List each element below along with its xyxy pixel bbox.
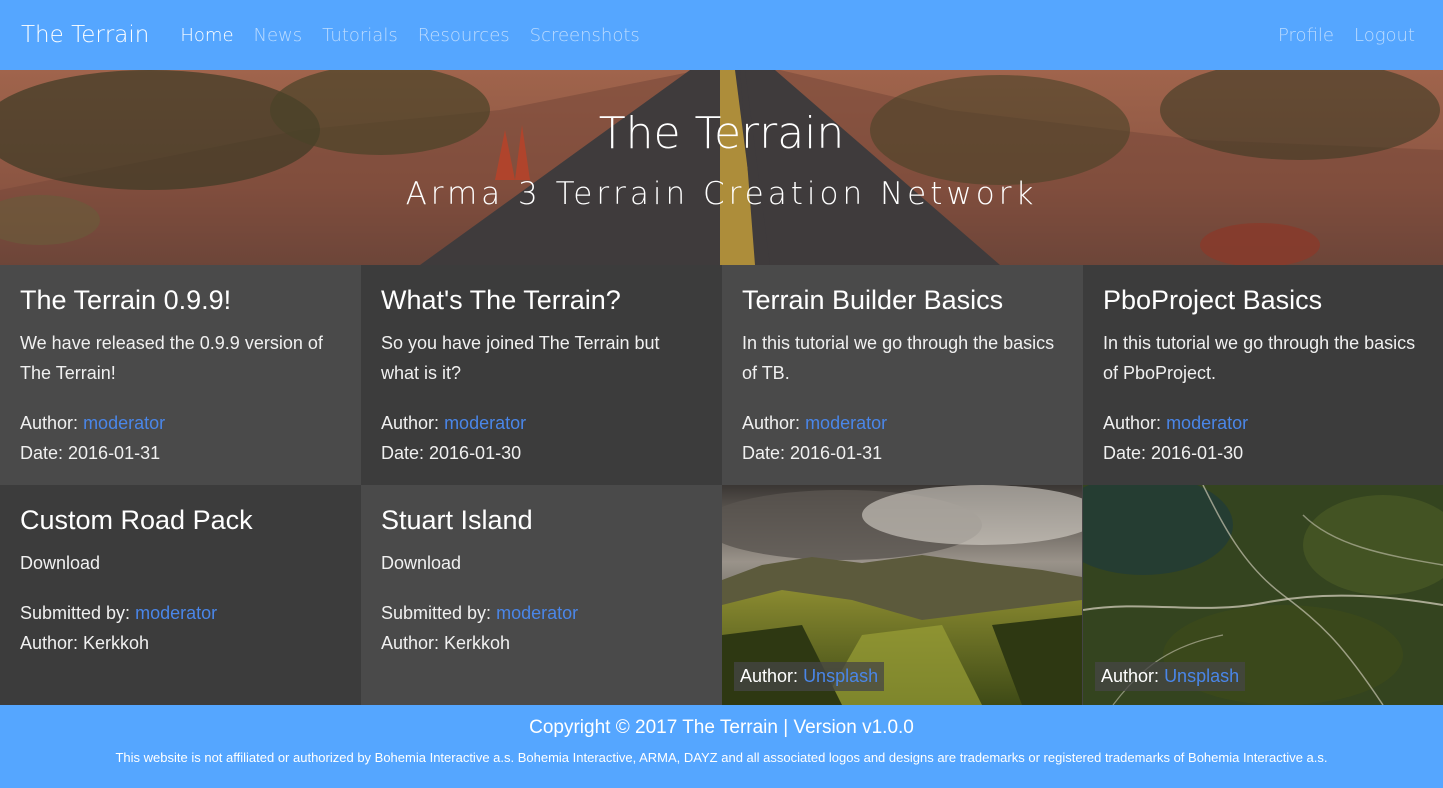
news-card[interactable]: The Terrain 0.9.9! We have released the … — [0, 265, 361, 485]
author-link[interactable]: moderator — [444, 413, 526, 433]
nav-tutorials[interactable]: Tutorials — [322, 25, 398, 46]
hero-road-image — [0, 70, 1443, 265]
card-submitter: Submitted by: moderator — [381, 598, 702, 628]
card-author: Author: Kerkkoh — [20, 633, 150, 653]
card-title[interactable]: Custom Road Pack — [20, 505, 341, 536]
hero-subtitle: Arma 3 Terrain Creation Network — [405, 176, 1038, 212]
nav-logout[interactable]: Logout — [1354, 25, 1415, 46]
author-label: Author: — [20, 413, 79, 433]
card-author: Author: moderator — [1103, 408, 1423, 438]
submitter-link[interactable]: moderator — [135, 603, 217, 623]
tutorial-card[interactable]: PboProject Basics In this tutorial we go… — [1083, 265, 1443, 485]
nav-right: Profile Logout — [1278, 25, 1415, 46]
author-link[interactable]: Unsplash — [1164, 666, 1239, 686]
download-link[interactable]: Download — [20, 548, 341, 578]
brand-link[interactable]: The Terrain — [21, 22, 149, 48]
card-body: So you have joined The Terrain but what … — [381, 333, 660, 383]
footer-disclaimer: This website is not affiliated or author… — [115, 750, 1328, 765]
card-author: Author: moderator — [381, 408, 702, 438]
author-label: Author: — [742, 413, 801, 433]
card-title[interactable]: Stuart Island — [381, 505, 702, 536]
author-link[interactable]: Unsplash — [803, 666, 878, 686]
content-grid: The Terrain 0.9.9! We have released the … — [0, 265, 1443, 705]
news-card[interactable]: What's The Terrain? So you have joined T… — [361, 265, 722, 485]
nav-links: Home News Tutorials Resources Screenshot… — [180, 25, 639, 46]
card-author: Author: Kerkkoh — [381, 633, 511, 653]
submitted-label: Submitted by: — [381, 603, 492, 623]
footer-copyright: Copyright © 2017 The Terrain | Version v… — [529, 717, 914, 738]
screenshot-caption: Author: Unsplash — [1095, 662, 1246, 691]
author-label: Author: — [1103, 413, 1162, 433]
download-link[interactable]: Download — [381, 548, 702, 578]
hero-title: The Terrain — [598, 108, 845, 159]
card-title[interactable]: The Terrain 0.9.9! — [20, 285, 341, 316]
nav-news[interactable]: News — [254, 25, 303, 46]
author-label: Author: — [1101, 666, 1160, 686]
submitter-link[interactable]: moderator — [496, 603, 578, 623]
nav-profile[interactable]: Profile — [1278, 25, 1334, 46]
author-label: Author: — [381, 413, 440, 433]
submitted-label: Submitted by: — [20, 603, 131, 623]
screenshot-card[interactable]: Author: Unsplash — [1083, 485, 1443, 705]
card-body: In this tutorial we go through the basic… — [1103, 333, 1416, 383]
card-submitter: Submitted by: moderator — [20, 598, 341, 628]
card-title[interactable]: Terrain Builder Basics — [742, 285, 1063, 316]
card-author: Author: moderator — [20, 408, 341, 438]
card-date: Date: 2016-01-30 — [1103, 443, 1244, 463]
nav-screenshots[interactable]: Screenshots — [530, 25, 640, 46]
card-title[interactable]: What's The Terrain? — [381, 285, 702, 316]
nav-resources[interactable]: Resources — [418, 25, 510, 46]
resource-card[interactable]: Custom Road Pack Download Submitted by: … — [0, 485, 361, 705]
navbar: The Terrain Home News Tutorials Resource… — [0, 0, 1443, 70]
card-author: Author: moderator — [742, 408, 1063, 438]
author-link[interactable]: moderator — [1166, 413, 1248, 433]
nav-home[interactable]: Home — [180, 25, 233, 46]
screenshot-card[interactable]: Author: Unsplash — [722, 485, 1082, 705]
screenshot-caption: Author: Unsplash — [734, 662, 885, 691]
tutorial-card[interactable]: Terrain Builder Basics In this tutorial … — [722, 265, 1083, 485]
hero-banner: The Terrain Arma 3 Terrain Creation Netw… — [0, 70, 1443, 265]
card-date: Date: 2016-01-31 — [20, 443, 161, 463]
author-label: Author: — [740, 666, 799, 686]
resource-card[interactable]: Stuart Island Download Submitted by: mod… — [361, 485, 722, 705]
author-link[interactable]: moderator — [805, 413, 887, 433]
card-date: Date: 2016-01-30 — [381, 443, 522, 463]
card-title[interactable]: PboProject Basics — [1103, 285, 1423, 316]
card-body: We have released the 0.9.9 version of Th… — [20, 333, 323, 383]
footer: Copyright © 2017 The Terrain | Version v… — [0, 705, 1443, 788]
card-date: Date: 2016-01-31 — [742, 443, 883, 463]
card-body: In this tutorial we go through the basic… — [742, 333, 1055, 383]
author-link[interactable]: moderator — [83, 413, 165, 433]
